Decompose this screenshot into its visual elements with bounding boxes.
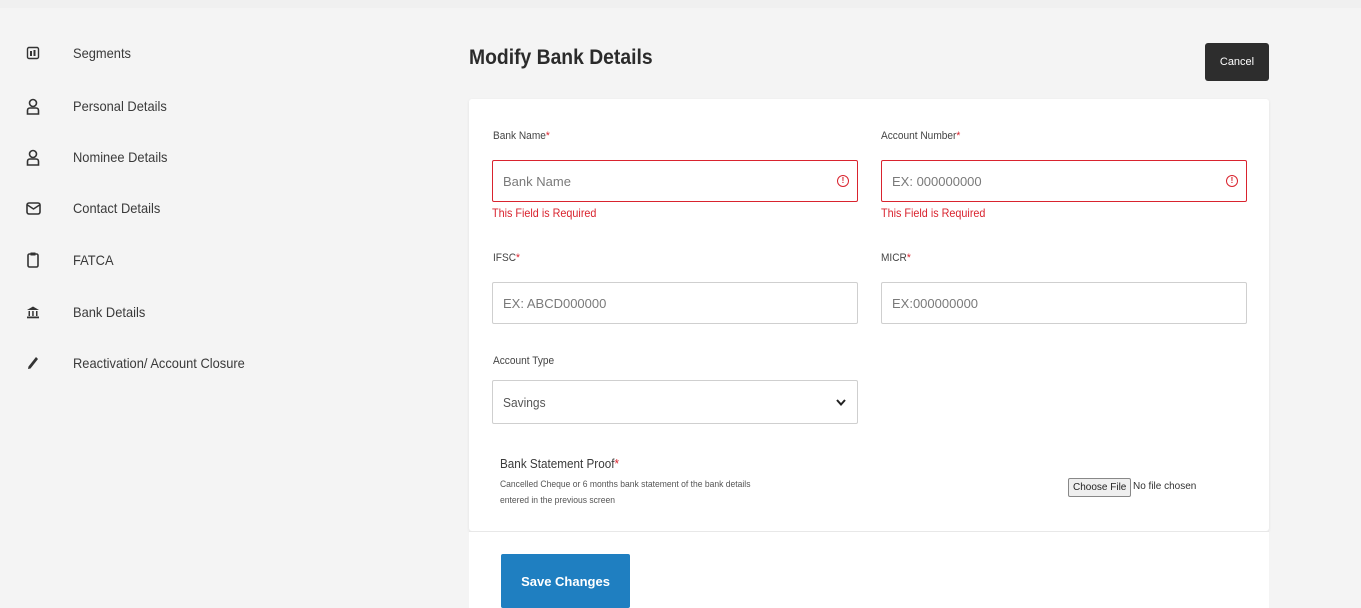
sidebar-item-label: Reactivation/ Account Closure <box>73 355 245 371</box>
micr-label-text: MICR <box>881 252 907 264</box>
error-icon: ! <box>1226 175 1238 187</box>
sidebar-item-bank-details[interactable]: Bank Details <box>22 299 145 325</box>
bank-statement-proof-label: Bank Statement Proof* <box>500 456 619 471</box>
ifsc-input[interactable] <box>492 282 858 324</box>
sidebar-item-label: Segments <box>73 45 132 61</box>
sidebar-item-fatca[interactable]: FATCA <box>22 247 114 273</box>
account-type-value: Savings <box>503 394 546 410</box>
bank-details-form: Bank Name* ! This Field is Required Acco… <box>469 99 1269 531</box>
clipboard-icon <box>22 249 44 271</box>
bank-statement-proof-description: Cancelled Cheque or 6 months bank statem… <box>500 479 751 506</box>
segments-icon <box>22 42 44 64</box>
pencil-icon <box>22 352 44 374</box>
page-title: Modify Bank Details <box>469 46 653 69</box>
sidebar-item-nominee-details[interactable]: Nominee Details <box>22 144 168 170</box>
person-icon <box>22 95 44 117</box>
person-icon <box>22 146 44 168</box>
sidebar-item-segments[interactable]: Segments <box>22 40 131 66</box>
micr-input[interactable] <box>881 282 1247 324</box>
bank-name-input[interactable] <box>492 160 858 202</box>
bank-name-label: Bank Name* <box>493 130 550 142</box>
sidebar-item-label: Personal Details <box>73 98 167 114</box>
cancel-button[interactable]: Cancel <box>1205 43 1269 81</box>
account-number-input[interactable] <box>881 160 1247 202</box>
required-marker: * <box>516 252 520 264</box>
account-type-select[interactable]: Savings <box>492 380 858 424</box>
ifsc-label: IFSC* <box>493 252 520 264</box>
required-marker: * <box>614 456 620 471</box>
bank-icon <box>22 301 44 323</box>
required-marker: * <box>545 130 550 142</box>
micr-label: MICR* <box>881 252 911 264</box>
proof-title-text: Bank Statement Proof <box>500 456 615 471</box>
sidebar-item-label: Nominee Details <box>73 149 168 165</box>
required-marker: * <box>956 130 961 142</box>
account-number-error: This Field is Required <box>881 206 986 220</box>
bank-name-label-text: Bank Name <box>493 130 546 142</box>
sidebar-item-reactivation[interactable]: Reactivation/ Account Closure <box>22 350 245 376</box>
error-icon: ! <box>837 175 849 187</box>
sidebar-item-contact-details[interactable]: Contact Details <box>22 195 160 221</box>
required-marker: * <box>906 252 911 264</box>
bank-name-error: This Field is Required <box>492 206 597 220</box>
choose-file-button[interactable]: Choose File <box>1068 478 1132 497</box>
account-number-label: Account Number* <box>881 130 960 142</box>
sidebar-item-label: Contact Details <box>73 200 161 216</box>
file-status-text: No file chosen <box>1133 481 1197 492</box>
top-band <box>0 0 1361 8</box>
chevron-down-icon <box>835 395 847 413</box>
account-type-label: Account Type <box>493 355 555 367</box>
save-changes-button[interactable]: Save Changes <box>501 554 630 608</box>
sidebar-item-label: FATCA <box>73 252 114 268</box>
ifsc-label-text: IFSC <box>493 252 517 264</box>
envelope-icon <box>22 197 44 219</box>
sidebar-item-personal-details[interactable]: Personal Details <box>22 93 167 119</box>
account-number-label-text: Account Number <box>881 130 957 142</box>
sidebar-item-label: Bank Details <box>73 304 146 320</box>
